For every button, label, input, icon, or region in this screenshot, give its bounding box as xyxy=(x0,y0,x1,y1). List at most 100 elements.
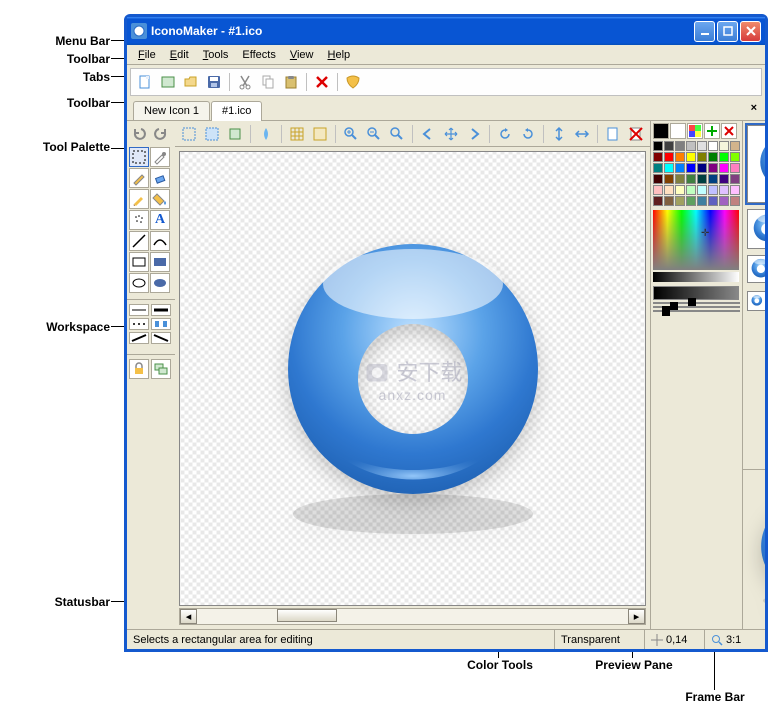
canvas[interactable]: 安下载 anxz.com xyxy=(179,151,646,606)
lock-tool[interactable] xyxy=(129,359,149,379)
maximize-button[interactable] xyxy=(717,21,738,42)
color-swatch[interactable] xyxy=(686,174,696,184)
rect-tool[interactable] xyxy=(129,252,149,272)
horizontal-scrollbar[interactable]: ◂ ▸ xyxy=(179,608,646,625)
move-all-button[interactable] xyxy=(441,124,461,144)
color-swatch[interactable] xyxy=(664,163,674,173)
minimize-button[interactable] xyxy=(694,21,715,42)
redo-button[interactable] xyxy=(151,123,171,143)
color-swatch[interactable] xyxy=(719,163,729,173)
hue-picker[interactable]: ✛ xyxy=(653,210,739,270)
move-right-button[interactable] xyxy=(464,124,484,144)
color-swatch[interactable] xyxy=(719,141,729,151)
select-shape-button[interactable] xyxy=(202,124,222,144)
flip-v-button[interactable] xyxy=(549,124,569,144)
rotate-left-button[interactable] xyxy=(495,124,515,144)
color-swatch[interactable] xyxy=(719,152,729,162)
zoom-in-button[interactable] xyxy=(341,124,361,144)
brush-dots[interactable] xyxy=(129,318,149,330)
color-swatch[interactable] xyxy=(697,152,707,162)
add-page-button[interactable] xyxy=(603,124,623,144)
spray-tool[interactable] xyxy=(129,210,149,230)
help-button[interactable] xyxy=(343,72,363,92)
color-swatch[interactable] xyxy=(708,152,718,162)
color-swatch[interactable] xyxy=(653,174,663,184)
color-swatch[interactable] xyxy=(719,174,729,184)
copy-button[interactable] xyxy=(258,72,278,92)
eyedropper-tool[interactable] xyxy=(150,147,170,167)
bg-color-swatch[interactable] xyxy=(670,123,686,139)
move-left-button[interactable] xyxy=(418,124,438,144)
color-swatch[interactable] xyxy=(730,174,740,184)
line-weight-1[interactable] xyxy=(129,304,149,316)
palette-button[interactable] xyxy=(687,123,703,139)
text-tool[interactable]: A xyxy=(150,210,170,230)
color-swatch[interactable] xyxy=(697,163,707,173)
pencil-tool[interactable] xyxy=(129,168,149,188)
paste-button[interactable] xyxy=(281,72,301,92)
fg-color-swatch[interactable] xyxy=(653,123,669,139)
fill-tool[interactable] xyxy=(150,189,170,209)
undo-button[interactable] xyxy=(129,123,149,143)
line-weight-2[interactable] xyxy=(151,304,171,316)
layers-tool[interactable] xyxy=(151,359,171,379)
color-swatch[interactable] xyxy=(653,196,663,206)
color-swatch[interactable] xyxy=(730,152,740,162)
opacity-slider-3[interactable] xyxy=(653,310,740,312)
drop-button[interactable] xyxy=(256,124,276,144)
color-swatch[interactable] xyxy=(686,185,696,195)
brush-diag-1[interactable] xyxy=(129,332,149,344)
new-button[interactable] xyxy=(135,72,155,92)
color-swatch[interactable] xyxy=(697,196,707,206)
zoom-out-button[interactable] xyxy=(364,124,384,144)
color-swatch[interactable] xyxy=(686,141,696,151)
color-swatch[interactable] xyxy=(653,163,663,173)
value-slider[interactable] xyxy=(653,272,739,282)
color-swatch[interactable] xyxy=(730,185,740,195)
close-button[interactable] xyxy=(740,21,761,42)
delete-button[interactable] xyxy=(312,72,332,92)
menu-tools[interactable]: Tools xyxy=(196,47,236,63)
remove-color-button[interactable] xyxy=(721,123,737,139)
cut-button[interactable] xyxy=(235,72,255,92)
color-swatch[interactable] xyxy=(697,174,707,184)
color-swatch[interactable] xyxy=(675,163,685,173)
menu-help[interactable]: Help xyxy=(321,47,358,63)
new-image-button[interactable] xyxy=(158,72,178,92)
brush-diag-2[interactable] xyxy=(151,332,171,344)
color-swatch[interactable] xyxy=(708,185,718,195)
color-swatch[interactable] xyxy=(664,196,674,206)
color-swatch[interactable] xyxy=(730,163,740,173)
color-swatch[interactable] xyxy=(719,196,729,206)
color-swatch[interactable] xyxy=(708,174,718,184)
color-swatch[interactable] xyxy=(675,174,685,184)
select-all-button[interactable] xyxy=(179,124,199,144)
color-swatch[interactable] xyxy=(675,196,685,206)
eraser-tool[interactable] xyxy=(150,168,170,188)
ellipse-tool[interactable] xyxy=(129,273,149,293)
scroll-thumb[interactable] xyxy=(277,609,337,622)
opacity-slider-1[interactable] xyxy=(653,302,740,304)
grid-button[interactable] xyxy=(287,124,307,144)
color-swatch[interactable] xyxy=(686,152,696,162)
curve-tool[interactable] xyxy=(150,231,170,251)
open-button[interactable] xyxy=(181,72,201,92)
color-swatch[interactable] xyxy=(675,185,685,195)
color-swatch[interactable] xyxy=(730,196,740,206)
color-swatch[interactable] xyxy=(697,141,707,151)
frame-item[interactable]: 32x3232bpp xyxy=(745,253,765,285)
color-swatch[interactable] xyxy=(686,163,696,173)
frame-item[interactable]: 128x12832bpp xyxy=(745,123,765,205)
titlebar[interactable]: IconoMaker - #1.ico xyxy=(127,17,765,45)
select-rect-tool[interactable] xyxy=(129,147,149,167)
menu-edit[interactable]: Edit xyxy=(163,47,196,63)
filled-ellipse-tool[interactable] xyxy=(150,273,170,293)
zoom-fit-button[interactable] xyxy=(387,124,407,144)
color-swatch[interactable] xyxy=(697,185,707,195)
color-swatch[interactable] xyxy=(730,141,740,151)
color-swatch[interactable] xyxy=(719,185,729,195)
line-tool[interactable] xyxy=(129,231,149,251)
brush-tool[interactable] xyxy=(129,189,149,209)
tab-file[interactable]: #1.ico xyxy=(211,101,262,121)
menu-effects[interactable]: Effects xyxy=(235,47,282,63)
